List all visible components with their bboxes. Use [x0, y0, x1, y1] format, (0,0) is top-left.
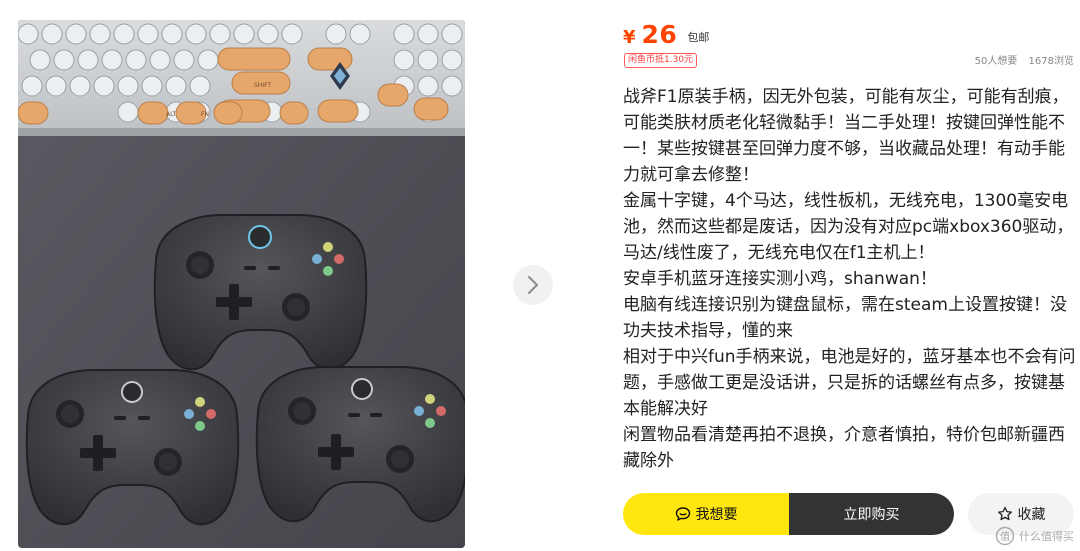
want-button[interactable]: 我想要: [623, 493, 789, 535]
buy-now-label: 立即购买: [843, 507, 900, 523]
chat-bubble-icon: [675, 507, 690, 521]
star-icon: [997, 506, 1012, 521]
shipping-label: 包邮: [687, 31, 710, 44]
want-count: 50人想要: [974, 56, 1018, 67]
description-paragraph: 战斧F1原装手柄，因无外包装，可能有灰尘，可能有刮痕，可能类肤材质老化轻微黏手！…: [623, 87, 1069, 185]
watermark: 值 什么值得买: [970, 521, 1080, 551]
description-paragraph: 闲置物品看清楚再拍不退换，介意者慎拍，特价包邮新疆西藏除外: [623, 425, 1065, 471]
description-paragraph: 相对于中兴fun手柄来说，电池是好的，蓝牙基本也不会有问题，手感做工更是没话讲，…: [623, 347, 1076, 419]
watermark-text: 什么值得买: [1019, 530, 1074, 543]
price-value: 26: [641, 20, 678, 49]
product-photo[interactable]: SHIFT ALT FN: [18, 20, 465, 548]
item-description: 战斧F1原装手柄，因无外包装，可能有灰尘，可能有刮痕，可能类肤材质老化轻微黏手！…: [623, 84, 1080, 474]
want-button-label: 我想要: [695, 507, 738, 523]
price-row: ¥ 26 包邮: [623, 20, 709, 49]
shift-key-label: SHIFT: [254, 82, 271, 89]
alt-key-label: ALT: [166, 111, 177, 118]
svg-text:值: 值: [1000, 530, 1010, 543]
listing-stats: 50人想要 1678浏览: [975, 52, 1074, 67]
smzdm-logo-icon: 值: [995, 526, 1015, 546]
currency-symbol: ¥: [623, 27, 636, 48]
image-gallery: SHIFT ALT FN: [0, 0, 585, 551]
view-count: 1678浏览: [1028, 56, 1074, 67]
fn-key-label: FN: [201, 111, 209, 118]
coin-discount-badge: 闲鱼币抵1.30元: [624, 53, 698, 68]
buy-now-button[interactable]: 立即购买: [789, 493, 954, 535]
next-image-button[interactable]: [513, 265, 553, 305]
listing-info: ¥ 26 包邮 闲鱼币抵1.30元 50人想要 1678浏览 战斧F1原装手柄，…: [605, 0, 1080, 551]
description-paragraph: 金属十字键，4个马达，线性板机，无线充电，1300毫安电池，然而这些都是废话，因…: [623, 191, 1074, 263]
controllers-photo-illustration: SHIFT ALT FN: [18, 20, 465, 548]
chevron-right-icon: [528, 276, 538, 294]
description-paragraph: 电脑有线连接识别为键盘鼠标，需在steam上设置按键！没功夫技术指导，懂的来: [623, 295, 1067, 341]
description-paragraph: 安卓手机蓝牙连接实测小鸡，shanwan！: [623, 269, 937, 289]
